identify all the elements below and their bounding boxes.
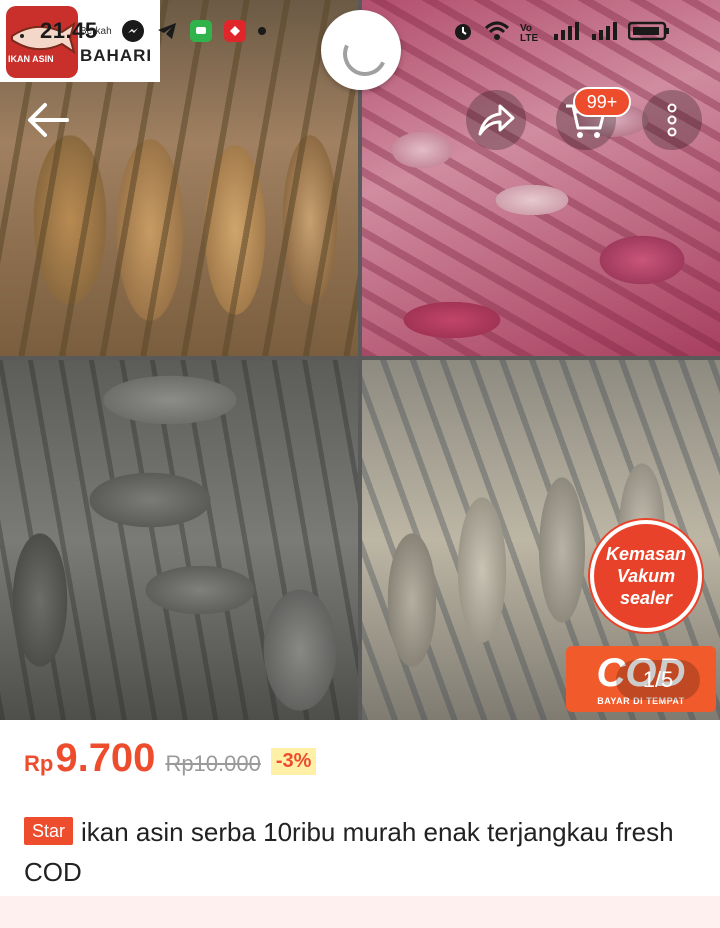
more-vertical-icon — [667, 103, 677, 137]
signal-icon — [590, 20, 618, 47]
product-title-text: ikan asin serba 10ribu murah enak terjan… — [24, 817, 674, 887]
info-banner[interactable] — [0, 896, 720, 928]
share-icon — [478, 104, 515, 136]
telegram-icon — [156, 20, 178, 42]
sticker-line: Kemasan — [605, 544, 687, 564]
system-icons: Vo LTE — [452, 20, 670, 47]
notification-icons — [122, 20, 266, 42]
messenger-icon — [122, 20, 144, 42]
back-button[interactable] — [18, 90, 78, 150]
gallery-photo-grey-fish — [0, 360, 358, 720]
price-row: Rp 9.700 Rp10.000 -3% — [24, 736, 317, 781]
volte-icon: Vo LTE — [520, 22, 539, 44]
alarm-icon — [452, 20, 474, 47]
price-value: 9.700 — [55, 736, 156, 780]
discount-badge: -3% — [270, 748, 317, 775]
status-time: 21.45 — [40, 18, 98, 43]
price-currency: Rp — [24, 751, 54, 776]
signal-icon — [552, 20, 580, 47]
image-pager: 1/5 — [616, 660, 700, 700]
app-icon — [224, 20, 246, 42]
product-page: Kemasan Vakum sealer COD BAYAR DI TEMPAT… — [0, 0, 720, 928]
cart-count-badge: 99+ — [573, 87, 631, 117]
product-title: Star ikan asin serba 10ribu murah enak te… — [24, 812, 704, 892]
more-options-button[interactable] — [642, 90, 702, 150]
share-button[interactable] — [466, 90, 526, 150]
sticker-line: sealer — [619, 588, 673, 608]
arrow-left-icon — [28, 103, 69, 137]
vakum-sealer-sticker: Kemasan Vakum sealer — [590, 520, 702, 632]
chat-icon — [190, 20, 212, 42]
loading-spinner-icon — [321, 10, 401, 90]
dot-icon — [258, 27, 266, 35]
original-price: Rp10.000 — [165, 751, 261, 776]
wifi-icon — [484, 20, 510, 47]
sticker-line: Vakum — [616, 566, 676, 586]
star-seller-badge: Star — [24, 817, 74, 845]
battery-icon — [627, 20, 670, 47]
